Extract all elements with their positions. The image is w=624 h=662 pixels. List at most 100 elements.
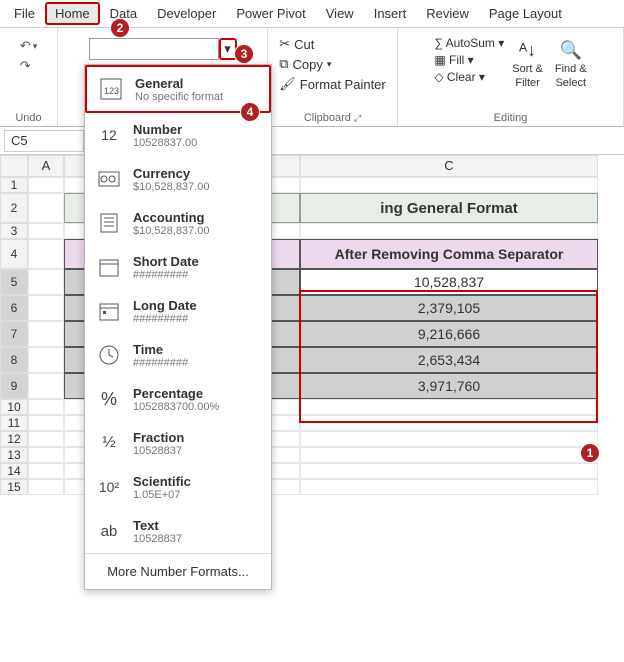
clear-button[interactable]: ◇ Clear ▾ — [434, 70, 504, 84]
menu-bar: File Home Data Developer Power Pivot Vie… — [0, 0, 624, 28]
cell[interactable]: 3,971,760 — [300, 373, 598, 399]
cell[interactable] — [300, 447, 598, 463]
cell[interactable] — [300, 431, 598, 447]
cell[interactable] — [28, 479, 64, 495]
format-sub: ######### — [133, 313, 197, 325]
format-label: Accounting — [133, 210, 209, 225]
name-box[interactable]: C5 — [4, 130, 84, 152]
menu-view[interactable]: View — [316, 2, 364, 25]
cell[interactable]: 2,379,105 — [300, 295, 598, 321]
sort-filter-button[interactable]: ᴬ↓ Sort &Filter — [512, 36, 543, 89]
clipboard-label: Clipboard ⤢ — [304, 112, 361, 124]
cell[interactable] — [28, 463, 64, 479]
cell[interactable] — [28, 431, 64, 447]
menu-file[interactable]: File — [4, 2, 45, 25]
format-sub: $10,528,837.00 — [133, 181, 209, 193]
col-header-c[interactable]: C — [300, 155, 598, 177]
cut-button[interactable]: ✂Cut — [279, 36, 314, 52]
select-all[interactable] — [0, 155, 28, 177]
chevron-down-icon: ▾ — [224, 41, 231, 57]
row-header[interactable]: 14 — [0, 463, 28, 479]
scissors-icon: ✂ — [279, 36, 290, 52]
sort-icon: ᴬ↓ — [519, 40, 536, 61]
format-label: Text — [133, 518, 182, 533]
col-header-a[interactable]: A — [28, 155, 64, 177]
format-shortdate[interactable]: Short Date######### — [85, 245, 271, 289]
cell[interactable] — [28, 177, 64, 193]
format-scientific[interactable]: 10² Scientific1.05E+07 — [85, 465, 271, 509]
row-header[interactable]: 5 — [0, 269, 28, 295]
format-text[interactable]: ab Text10528837 — [85, 509, 271, 553]
format-sub: 10528837.00 — [133, 137, 197, 149]
cell[interactable] — [28, 447, 64, 463]
cell[interactable] — [28, 239, 64, 269]
autosum-button[interactable]: ∑ AutoSum ▾ — [434, 36, 504, 50]
undo-label: Undo — [15, 112, 41, 124]
menu-developer[interactable]: Developer — [147, 2, 226, 25]
cell[interactable] — [300, 415, 598, 431]
format-label: General — [135, 76, 223, 91]
format-fraction[interactable]: ½ Fraction10528837 — [85, 421, 271, 465]
find-select-button[interactable]: 🔍 Find &Select — [555, 36, 587, 89]
cell[interactable]: 9,216,666 — [300, 321, 598, 347]
cell[interactable] — [300, 177, 598, 193]
number-format-box[interactable] — [89, 38, 219, 60]
redo-button[interactable]: ↷ — [20, 58, 37, 74]
more-number-formats[interactable]: More Number Formats... — [85, 553, 271, 589]
menu-pagelayout[interactable]: Page Layout — [479, 2, 572, 25]
cell[interactable] — [300, 223, 598, 239]
undo-button[interactable]: ↶ ▾ — [20, 38, 37, 54]
format-currency[interactable]: Currency$10,528,837.00 — [85, 157, 271, 201]
cell[interactable] — [28, 269, 64, 295]
number-icon: 12 — [95, 121, 123, 149]
format-percentage[interactable]: % Percentage1052883700.00% — [85, 377, 271, 421]
editing-group: ∑ AutoSum ▾ ▦ Fill ▾ ◇ Clear ▾ ᴬ↓ Sort &… — [398, 28, 624, 126]
row-header[interactable]: 9 — [0, 373, 28, 399]
row-header[interactable]: 6 — [0, 295, 28, 321]
format-sub: ######### — [133, 357, 188, 369]
fraction-icon: ½ — [95, 429, 123, 457]
format-sub: 1052883700.00% — [133, 401, 219, 413]
format-label: Short Date — [133, 254, 199, 269]
cell[interactable] — [28, 295, 64, 321]
percent-icon: % — [95, 385, 123, 413]
row-header[interactable]: 8 — [0, 347, 28, 373]
row-header[interactable]: 1 — [0, 177, 28, 193]
cell[interactable] — [28, 321, 64, 347]
cell[interactable]: 2,653,434 — [300, 347, 598, 373]
format-sub: 1.05E+07 — [133, 489, 191, 501]
row-header[interactable]: 3 — [0, 223, 28, 239]
format-accounting[interactable]: Accounting$10,528,837.00 — [85, 201, 271, 245]
fill-button[interactable]: ▦ Fill ▾ — [434, 53, 504, 67]
cell[interactable] — [28, 193, 64, 223]
row-header[interactable]: 11 — [0, 415, 28, 431]
cell[interactable] — [28, 347, 64, 373]
menu-insert[interactable]: Insert — [364, 2, 417, 25]
calendar-icon — [95, 253, 123, 281]
row-header[interactable]: 15 — [0, 479, 28, 495]
row-header[interactable]: 7 — [0, 321, 28, 347]
row-header[interactable]: 10 — [0, 399, 28, 415]
clock-icon — [95, 341, 123, 369]
cell[interactable] — [28, 415, 64, 431]
copy-button[interactable]: ⧉Copy ▾ — [279, 56, 331, 72]
menu-home[interactable]: Home — [45, 2, 100, 25]
cell[interactable]: After Removing Comma Separator — [300, 239, 598, 269]
cell[interactable]: ing General Format — [300, 193, 598, 223]
menu-powerpivot[interactable]: Power Pivot — [226, 2, 315, 25]
cell[interactable] — [300, 479, 598, 495]
cell[interactable] — [28, 373, 64, 399]
cell[interactable] — [300, 399, 598, 415]
row-header[interactable]: 4 — [0, 239, 28, 269]
cell[interactable] — [28, 223, 64, 239]
cell[interactable]: 10,528,837 — [300, 269, 598, 295]
cell[interactable] — [28, 399, 64, 415]
row-header[interactable]: 12 — [0, 431, 28, 447]
menu-review[interactable]: Review — [416, 2, 479, 25]
format-painter-button[interactable]: 🖌Format Painter — [279, 76, 386, 92]
row-header[interactable]: 2 — [0, 193, 28, 223]
cell[interactable] — [300, 463, 598, 479]
row-header[interactable]: 13 — [0, 447, 28, 463]
format-time[interactable]: Time######### — [85, 333, 271, 377]
format-longdate[interactable]: Long Date######### — [85, 289, 271, 333]
